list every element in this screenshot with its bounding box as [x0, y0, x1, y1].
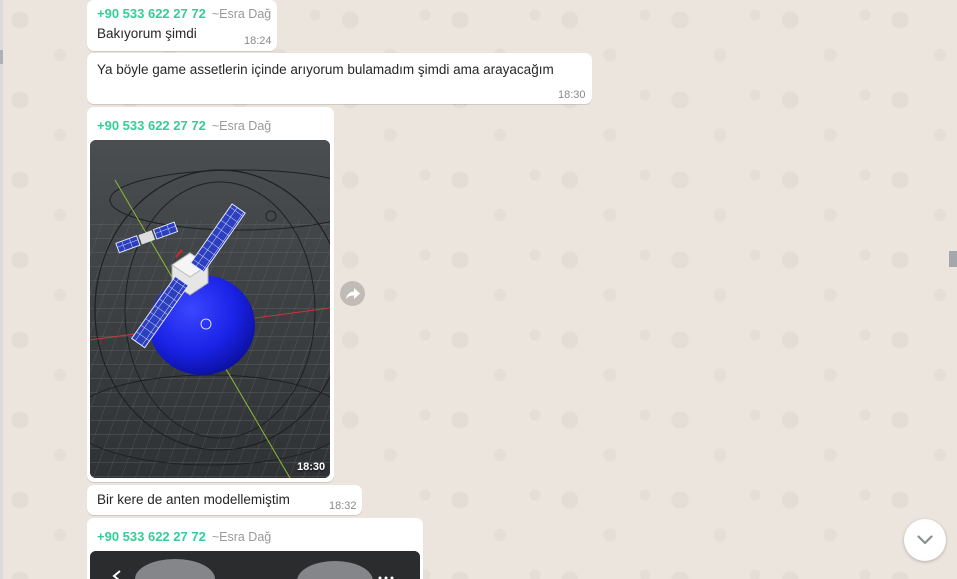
sender-phone[interactable]: +90 533 622 27 72 — [97, 118, 206, 133]
message-image[interactable]: 18:30 — [90, 140, 330, 478]
message-time: 18:30 — [558, 89, 586, 101]
scroll-down-button[interactable] — [904, 519, 946, 561]
message-bubble[interactable]: Bir kere de anten modellemiştim 18:32 — [87, 485, 362, 515]
sender-name: ~Esra Dağ — [211, 7, 272, 21]
forward-arrow-icon — [345, 287, 360, 299]
antenna-render-image — [90, 551, 420, 579]
sender-phone[interactable]: +90 533 622 27 72 — [97, 6, 206, 21]
message-text: Ya böyle game assetlerin içinde arıyorum… — [97, 62, 554, 77]
message-text: Bir kere de anten modellemiştim — [97, 492, 290, 507]
message-sender: +90 533 622 27 72 ~Esra Dağ — [97, 529, 271, 544]
message-time: 18:24 — [244, 35, 272, 47]
message-sender: +90 533 622 27 72 ~Esra Dağ — [97, 6, 271, 21]
forward-button[interactable] — [340, 281, 365, 306]
chevron-down-icon — [917, 535, 933, 545]
message-bubble[interactable]: +90 533 622 27 72 ~Esra Dağ — [87, 107, 334, 482]
message-text: Bakıyorum şimdi — [97, 26, 197, 41]
message-image[interactable] — [90, 551, 420, 579]
message-bubble[interactable]: Ya böyle game assetlerin içinde arıyorum… — [87, 53, 592, 104]
message-bubble[interactable]: +90 533 622 27 72 ~Esra Dağ Bakıyorum şim… — [87, 0, 277, 51]
sender-name: ~Esra Dağ — [211, 530, 272, 544]
media-time: 18:30 — [297, 461, 326, 473]
panel-resize-handle[interactable] — [0, 50, 3, 64]
panel-divider — [0, 0, 3, 579]
message-bubble[interactable]: +90 533 622 27 72 ~Esra Dağ — [87, 518, 423, 579]
satellite-render-image — [90, 140, 330, 478]
message-time: 18:32 — [329, 500, 357, 512]
sender-phone[interactable]: +90 533 622 27 72 — [97, 529, 206, 544]
sender-name: ~Esra Dağ — [211, 119, 272, 133]
scrollbar-thumb[interactable] — [949, 251, 957, 267]
message-sender: +90 533 622 27 72 ~Esra Dağ — [97, 118, 271, 133]
